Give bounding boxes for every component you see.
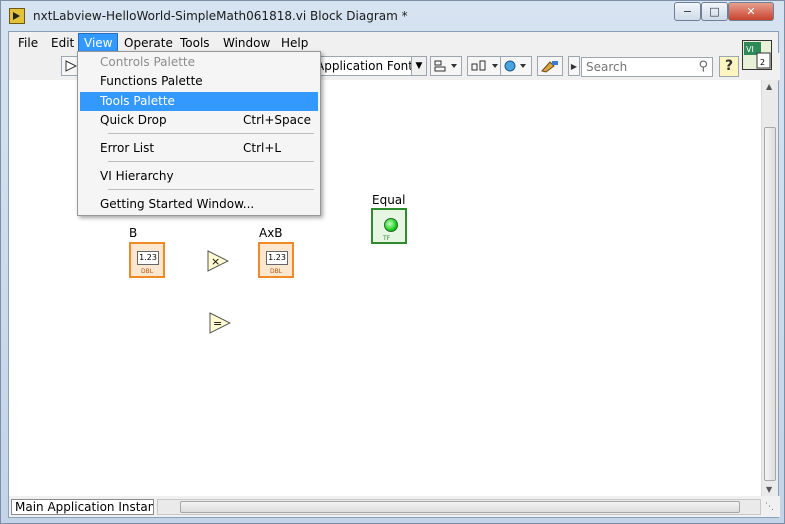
menu-item-controls-palette: Controls Palette	[80, 53, 318, 72]
menu-item-error-list[interactable]: Error List Ctrl+L	[80, 139, 318, 158]
axb-label: AxB	[259, 226, 283, 240]
run-arrow-icon	[65, 60, 77, 72]
menu-item-quick-drop[interactable]: Quick Drop Ctrl+Space	[80, 111, 318, 130]
menu-item-vi-hierarchy[interactable]: VI Hierarchy	[80, 167, 318, 186]
chevron-down-icon: ▼	[411, 57, 426, 75]
window-title: nxtLabview-HelloWorld-SimpleMath061818.v…	[33, 9, 408, 23]
menu-item-shortcut: Ctrl+L	[243, 141, 282, 155]
menu-help[interactable]: Help	[276, 34, 313, 52]
cleanup-diagram-button[interactable]	[537, 56, 563, 76]
menu-tools[interactable]: Tools	[175, 34, 215, 52]
maximize-button[interactable]: □	[701, 2, 728, 21]
view-menu-dropdown: Controls Palette Functions Palette Tools…	[77, 51, 321, 216]
multiply-function[interactable]: ×	[207, 250, 230, 272]
distribute-objects-icon	[471, 60, 498, 71]
b-value: 1.23	[137, 251, 159, 265]
distribute-objects-button[interactable]	[467, 56, 503, 76]
menu-separator	[108, 133, 314, 134]
menu-edit[interactable]: Edit	[46, 34, 79, 52]
search-icon[interactable]: ⚲	[698, 59, 708, 74]
menu-item-getting-started-window[interactable]: Getting Started Window...	[80, 195, 318, 214]
application-instance: Main Application Instance	[11, 499, 154, 515]
menu-item-label: Quick Drop	[100, 113, 167, 127]
vertical-scroll-thumb[interactable]	[764, 127, 776, 481]
close-button[interactable]: ✕	[728, 2, 774, 21]
menu-separator	[108, 161, 314, 162]
menu-item-functions-palette[interactable]: Functions Palette	[80, 72, 318, 91]
font-ring-label: Application Font	[316, 59, 413, 73]
menu-file[interactable]: File	[13, 34, 43, 52]
menu-item-label: Getting Started Window...	[100, 197, 255, 211]
menu-separator	[108, 189, 314, 190]
equal-icon: =	[209, 312, 232, 334]
vi-connector-icon[interactable]: VI 2	[742, 40, 772, 70]
menu-bar: File Edit View Operate Tools Window Help	[9, 32, 739, 53]
svg-text:=: =	[213, 317, 222, 330]
reorder-icon	[504, 60, 526, 72]
axb-numeric-indicator[interactable]: 1.23 DBL	[258, 242, 294, 278]
menu-item-tools-palette[interactable]: Tools Palette	[80, 92, 318, 111]
align-objects-button[interactable]	[430, 56, 462, 76]
scroll-up-icon[interactable]: ▲	[766, 82, 772, 91]
equal-function[interactable]: =	[209, 312, 232, 334]
menu-item-label: Error List	[100, 141, 155, 155]
menu-view[interactable]: View	[78, 33, 119, 53]
chevron-right-icon: ▶	[570, 61, 578, 71]
menu-item-label: Controls Palette	[100, 55, 196, 69]
equal-tf-tag: TF	[383, 235, 391, 242]
equal-boolean-indicator[interactable]: TF	[371, 208, 407, 244]
scroll-down-icon[interactable]: ▼	[766, 485, 772, 494]
menu-operate[interactable]: Operate	[119, 34, 178, 52]
axb-value: 1.23	[266, 251, 288, 265]
menu-window[interactable]: Window	[218, 34, 275, 52]
horizontal-scroll-thumb[interactable]	[180, 501, 740, 513]
context-help-button[interactable]: ?	[719, 56, 739, 77]
search-input[interactable]	[586, 59, 686, 75]
search-expand-button[interactable]: ▶	[568, 56, 580, 76]
b-dbl-tag: DBL	[141, 268, 154, 275]
align-objects-icon	[434, 60, 457, 72]
menu-item-label: Functions Palette	[100, 74, 203, 88]
block-diagram-window: nxtLabview-HelloWorld-SimpleMath061818.v…	[0, 0, 785, 524]
cleanup-icon	[541, 61, 558, 73]
b-label: B	[129, 226, 138, 240]
svg-text:2: 2	[760, 58, 765, 67]
title-bar[interactable]: nxtLabview-HelloWorld-SimpleMath061818.v…	[1, 1, 784, 31]
horizontal-scrollbar[interactable]	[157, 499, 761, 515]
status-bar: Main Application Instance ⋱	[9, 496, 780, 517]
menu-item-label: VI Hierarchy	[100, 169, 174, 183]
svg-text:×: ×	[211, 255, 220, 268]
b-numeric-terminal[interactable]: 1.23 DBL	[129, 242, 165, 278]
menu-item-shortcut: Ctrl+Space	[243, 113, 311, 127]
vi-run-arrow-icon	[9, 8, 25, 24]
svg-text:VI: VI	[746, 45, 754, 54]
font-ring[interactable]: Application Font ▼	[309, 56, 427, 76]
vi-icon: VI 2	[744, 42, 771, 69]
multiply-icon: ×	[207, 250, 230, 272]
menu-item-label: Tools Palette	[100, 94, 175, 108]
reorder-button[interactable]	[500, 56, 532, 76]
led-icon	[384, 218, 398, 232]
axb-dbl-tag: DBL	[270, 268, 283, 275]
search-box[interactable]: ⚲	[581, 57, 713, 77]
equal-label: Equal	[372, 193, 406, 207]
vertical-scrollbar[interactable]: ▲ ▼	[761, 80, 778, 496]
resize-grip-icon[interactable]: ⋱	[765, 502, 774, 512]
minimize-button[interactable]: −	[674, 2, 701, 21]
